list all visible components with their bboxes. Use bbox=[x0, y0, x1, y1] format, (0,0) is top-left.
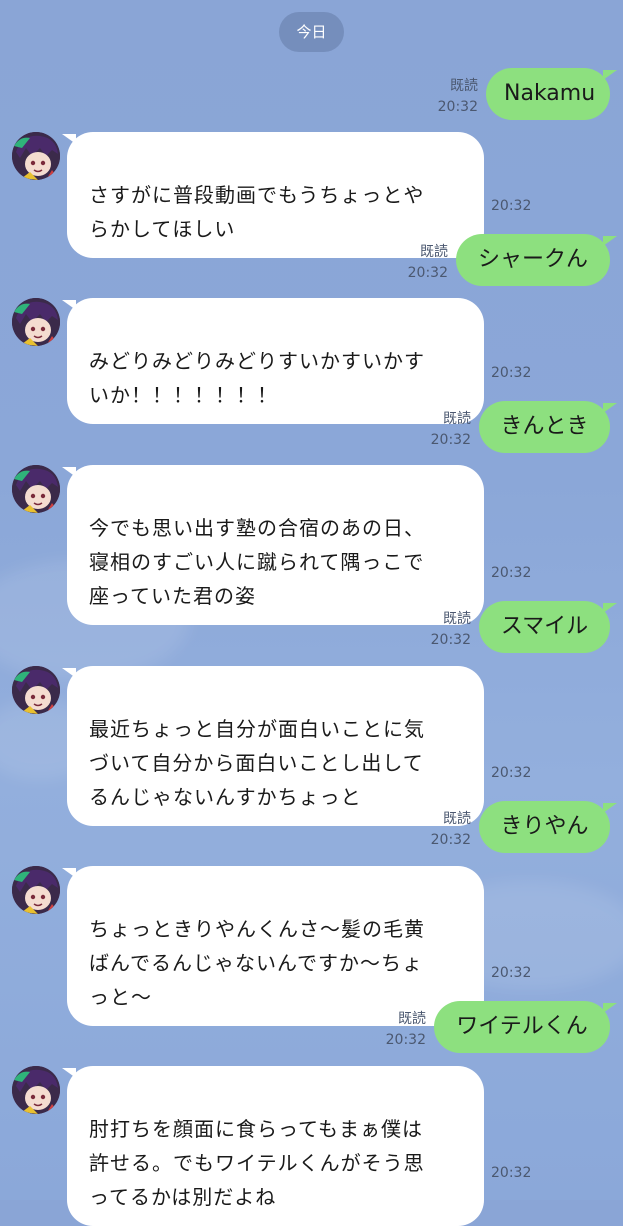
message-time: 20:32 bbox=[491, 198, 532, 214]
message-text: 最近ちょっと自分が面白いことに気 づいて自分から面白いことし出して るんじゃない… bbox=[89, 717, 425, 809]
read-label: 既読 bbox=[450, 78, 478, 94]
message-time: 20:32 bbox=[491, 365, 532, 381]
message-text: スマイル bbox=[500, 614, 589, 639]
incoming-message-bubble[interactable]: ちょっときりやんくんさ〜髪の毛黄 ばんでるんじゃないんですか〜ちょ っと〜 bbox=[67, 866, 484, 1026]
bubble-tail bbox=[603, 803, 617, 813]
purple-hair-avatar-icon bbox=[12, 132, 60, 180]
bubble-tail bbox=[603, 403, 617, 413]
avatar[interactable] bbox=[12, 465, 60, 513]
read-receipt: 既読 20:32 bbox=[386, 1009, 426, 1051]
incoming-message-bubble[interactable]: みどりみどりみどりすいかすいかす いか！！！！！！！ bbox=[67, 298, 484, 424]
read-receipt: 既読 20:32 bbox=[431, 409, 471, 451]
message-time: 20:32 bbox=[491, 565, 532, 581]
message-time: 20:32 bbox=[491, 1165, 532, 1181]
read-receipt: 既読 20:32 bbox=[431, 809, 471, 851]
message-time: 20:32 bbox=[491, 765, 532, 781]
message-time: 20:32 bbox=[430, 632, 471, 648]
message-text: ちょっときりやんくんさ〜髪の毛黄 ばんでるんじゃないんですか〜ちょ っと〜 bbox=[89, 917, 425, 1009]
message-time: 20:32 bbox=[430, 832, 471, 848]
purple-hair-avatar-icon bbox=[12, 666, 60, 714]
message-text: きんとき bbox=[500, 414, 589, 439]
purple-hair-avatar-icon bbox=[12, 298, 60, 346]
outgoing-message-bubble[interactable]: きんとき bbox=[479, 401, 610, 453]
message-text: きりやん bbox=[500, 814, 589, 839]
message-time: 20:32 bbox=[407, 265, 448, 281]
read-label: 既読 bbox=[398, 1011, 426, 1027]
avatar[interactable] bbox=[12, 298, 60, 346]
message-time: 20:32 bbox=[385, 1032, 426, 1048]
incoming-message-bubble[interactable]: 今でも思い出す塾の合宿のあの日、 寝相のすごい人に蹴られて隅っこで 座っていた君… bbox=[67, 465, 484, 625]
avatar[interactable] bbox=[12, 866, 60, 914]
read-label: 既読 bbox=[443, 611, 471, 627]
read-label: 既読 bbox=[420, 244, 448, 260]
outgoing-message-bubble[interactable]: Nakamu bbox=[486, 68, 610, 120]
message-time: 20:32 bbox=[491, 965, 532, 981]
message-text: Nakamu bbox=[504, 81, 596, 106]
outgoing-message-bubble[interactable]: スマイル bbox=[479, 601, 610, 653]
purple-hair-avatar-icon bbox=[12, 866, 60, 914]
incoming-message-bubble[interactable]: さすがに普段動画でもうちょっとや らかしてほしい bbox=[67, 132, 484, 258]
purple-hair-avatar-icon bbox=[12, 465, 60, 513]
bubble-tail bbox=[603, 603, 617, 613]
message-text: シャークん bbox=[477, 247, 588, 272]
read-receipt: 既読 20:32 bbox=[438, 76, 478, 118]
purple-hair-avatar-icon bbox=[12, 1066, 60, 1114]
read-receipt: 既読 20:32 bbox=[408, 242, 448, 284]
message-text: 肘打ちを顔面に食らってもまぁ僕は 許せる。でもワイテルくんがそう思 ってるかは別… bbox=[89, 1117, 425, 1209]
avatar[interactable] bbox=[12, 666, 60, 714]
incoming-message-bubble[interactable]: 最近ちょっと自分が面白いことに気 づいて自分から面白いことし出して るんじゃない… bbox=[67, 666, 484, 826]
message-time: 20:32 bbox=[437, 99, 478, 115]
message-text: さすがに普段動画でもうちょっとや らかしてほしい bbox=[89, 183, 425, 241]
outgoing-message-bubble[interactable]: シャークん bbox=[456, 234, 610, 286]
bubble-tail bbox=[603, 1003, 617, 1013]
read-label: 既読 bbox=[443, 811, 471, 827]
message-time: 20:32 bbox=[430, 432, 471, 448]
bubble-tail bbox=[603, 236, 617, 246]
date-separator: 今日 bbox=[279, 12, 344, 52]
incoming-message-bubble[interactable]: 肘打ちを顔面に食らってもまぁ僕は 許せる。でもワイテルくんがそう思 ってるかは別… bbox=[67, 1066, 484, 1226]
outgoing-message-bubble[interactable]: ワイテルくん bbox=[434, 1001, 610, 1053]
bubble-tail bbox=[603, 70, 617, 80]
message-text: ワイテルくん bbox=[456, 1014, 588, 1039]
avatar[interactable] bbox=[12, 1066, 60, 1114]
avatar[interactable] bbox=[12, 132, 60, 180]
message-text: 今でも思い出す塾の合宿のあの日、 寝相のすごい人に蹴られて隅っこで 座っていた君… bbox=[89, 516, 425, 608]
read-receipt: 既読 20:32 bbox=[431, 609, 471, 651]
outgoing-message-bubble[interactable]: きりやん bbox=[479, 801, 610, 853]
read-label: 既読 bbox=[443, 411, 471, 427]
message-text: みどりみどりみどりすいかすいかす いか！！！！！！！ bbox=[89, 349, 425, 407]
